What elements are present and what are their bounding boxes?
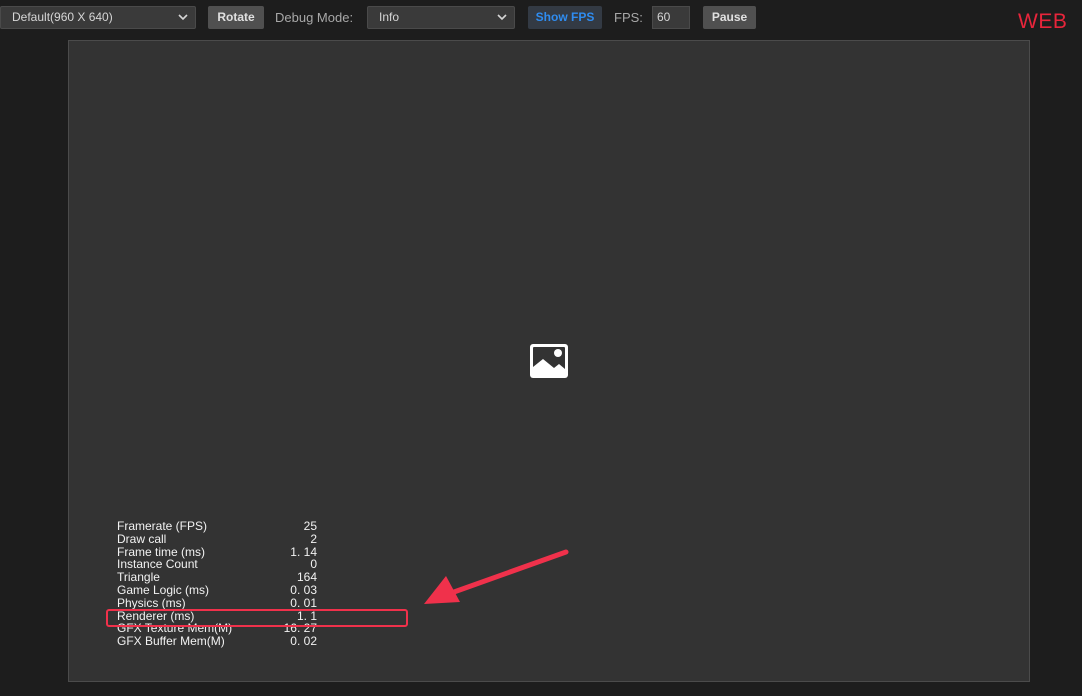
image-placeholder-icon	[530, 344, 568, 378]
show-fps-button[interactable]: Show FPS	[528, 6, 602, 29]
stat-value: 0. 01	[290, 595, 317, 610]
stat-row: GFX Buffer Mem(M) 0. 02	[117, 635, 317, 648]
debug-mode-select-value: Info	[379, 10, 400, 24]
debug-mode-select[interactable]: Info	[367, 6, 515, 29]
platform-tag: WEB	[1018, 10, 1068, 33]
stat-label: Physics (ms)	[117, 595, 186, 610]
stat-row: Draw call 2	[117, 531, 317, 546]
stat-label: Draw call	[117, 531, 167, 546]
debug-stats-panel: Framerate (FPS) 25 Draw call 2 Frame time (m…	[117, 520, 317, 648]
chevron-down-icon	[497, 14, 507, 21]
stat-row: Physics (ms) 0. 01	[117, 595, 317, 610]
chevron-down-icon	[178, 14, 188, 21]
stat-label: GFX Buffer Mem(M)	[117, 634, 225, 649]
renderer-highlight-annotation	[106, 609, 408, 627]
arrow-annotation-icon	[424, 549, 569, 604]
stat-label: Game Logic (ms)	[117, 582, 210, 597]
fps-label: FPS:	[614, 10, 643, 25]
stat-label: Framerate (FPS)	[117, 519, 208, 533]
resolution-select[interactable]: Default(960 X 640)	[0, 6, 196, 29]
rotate-button[interactable]: Rotate	[208, 6, 264, 29]
stat-value: 0. 02	[290, 634, 317, 649]
stat-row: Framerate (FPS) 25	[117, 520, 317, 533]
pause-button[interactable]: Pause	[703, 6, 756, 29]
stat-row: Game Logic (ms) 0. 03	[117, 584, 317, 597]
stat-value: 2	[310, 531, 317, 546]
resolution-select-value: Default(960 X 640)	[12, 10, 113, 24]
fps-input[interactable]: 60	[652, 6, 690, 29]
stat-value: 25	[303, 519, 317, 533]
preview-toolbar: Default(960 X 640) Rotate Debug Mode: In…	[0, 0, 1082, 36]
debug-mode-label: Debug Mode:	[275, 10, 354, 25]
stat-value: 0. 03	[290, 582, 317, 597]
